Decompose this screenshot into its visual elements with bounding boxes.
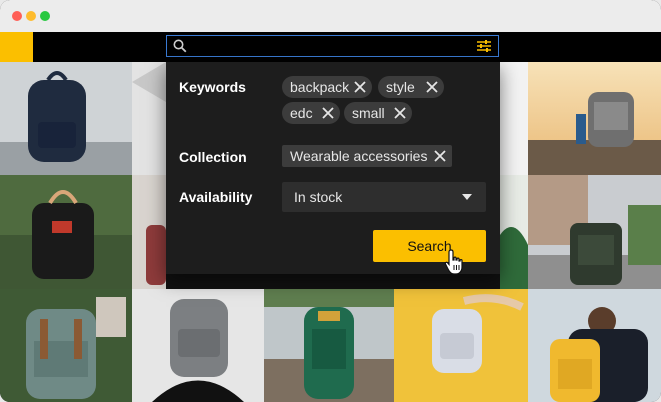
product-image[interactable] [132,289,264,402]
app-header [0,32,661,62]
product-image[interactable] [0,289,132,402]
hand-pointer-icon [444,249,463,275]
keyword-chip-label: small [352,105,385,121]
dropdown-caret-icon [462,194,472,200]
keyword-chip[interactable]: edc [282,102,340,124]
title-bar [0,0,661,32]
remove-icon[interactable] [354,81,366,93]
collection-chip-label: Wearable accessories [290,148,428,164]
product-image[interactable] [528,289,661,402]
search-input[interactable] [166,35,499,57]
close-window-button[interactable] [12,11,22,21]
availability-select[interactable]: In stock [282,182,486,212]
brand-accent [0,32,33,62]
product-image[interactable] [132,175,166,289]
product-image[interactable] [500,62,528,175]
product-image[interactable] [528,62,661,175]
availability-value: In stock [294,189,343,205]
keyword-chip-label: style [386,79,415,95]
remove-icon[interactable] [322,107,334,119]
product-image[interactable] [500,175,528,289]
browser-window: Keywords backpack style edc small Collec… [0,0,661,402]
search-filter-panel: Keywords backpack style edc small Collec… [166,62,500,275]
keyword-chip-label: backpack [290,79,350,95]
remove-icon[interactable] [394,107,406,119]
keyword-chip-label: edc [290,105,313,121]
filter-sliders-icon[interactable] [476,39,492,53]
keywords-label: Keywords [179,79,246,95]
product-image[interactable] [132,62,166,175]
product-image[interactable] [0,62,132,175]
minimize-window-button[interactable] [26,11,36,21]
product-image[interactable] [0,175,132,289]
search-icon [173,39,187,53]
zoom-window-button[interactable] [40,11,50,21]
remove-icon[interactable] [426,81,438,93]
product-image[interactable] [264,289,394,402]
keyword-chip[interactable]: backpack [282,76,372,98]
collection-chip[interactable]: Wearable accessories [282,145,452,167]
remove-icon[interactable] [434,150,446,162]
keyword-chip[interactable]: small [344,102,412,124]
availability-label: Availability [179,189,253,205]
product-image[interactable] [528,175,661,289]
product-image[interactable] [394,289,528,402]
search-button[interactable]: Search [373,230,486,262]
keyword-chip[interactable]: style [378,76,444,98]
collection-label: Collection [179,149,247,165]
